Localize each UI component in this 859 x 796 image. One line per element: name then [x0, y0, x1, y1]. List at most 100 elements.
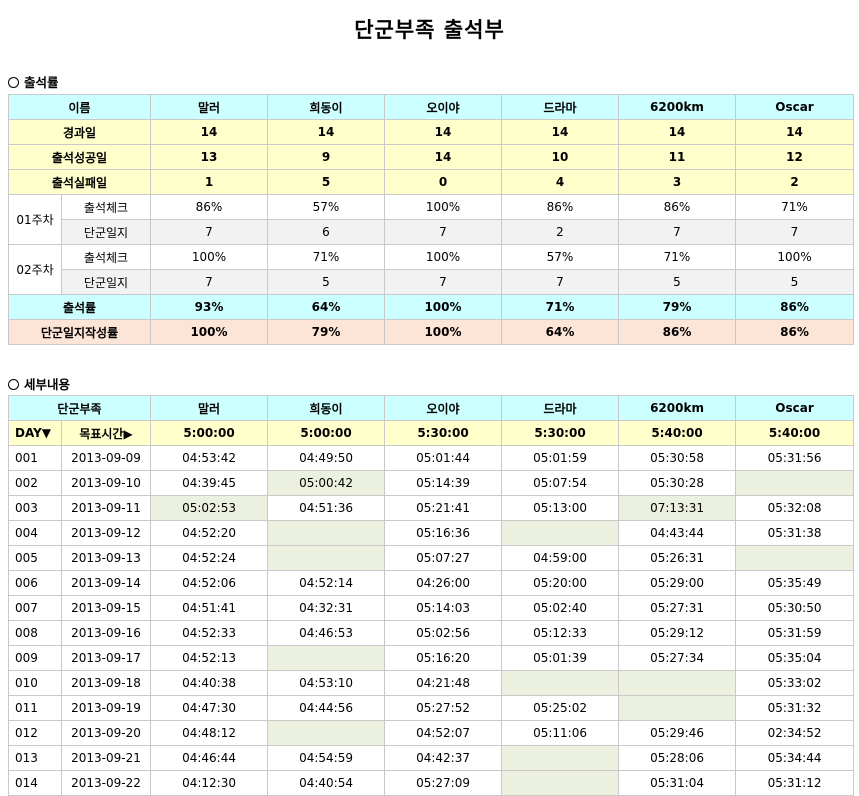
sub-label: 출석체크: [61, 194, 151, 220]
wake-time-cell: 04:46:53: [267, 620, 386, 646]
wake-time-cell: 04:48:12: [150, 720, 269, 746]
wake-time-cell: 05:01:39: [501, 645, 620, 671]
member-header: 드라마: [501, 395, 620, 421]
wake-time-cell: 04:54:59: [267, 745, 386, 771]
check-cell: 57%: [267, 194, 385, 220]
wake-time-cell: 05:01:59: [501, 445, 620, 471]
name-header: 이름: [8, 94, 151, 120]
wake-time-cell: [267, 520, 386, 546]
wake-time-cell: 05:31:56: [735, 445, 855, 471]
wake-time-cell: 05:33:02: [735, 670, 855, 696]
log-cell: 7: [384, 219, 502, 245]
wake-time-cell: 05:01:44: [384, 445, 503, 471]
log-cell: 7: [501, 269, 619, 295]
wake-time-cell: 04:52:14: [267, 570, 386, 596]
wake-time-cell: 05:29:12: [618, 620, 737, 646]
wake-time-cell: 05:02:40: [501, 595, 620, 621]
row-label: 출석성공일: [8, 144, 151, 170]
log-cell: 5: [267, 269, 385, 295]
wake-time-cell: 05:16:36: [384, 520, 503, 546]
log-rate-cell: 100%: [384, 319, 502, 345]
attendance-rate-cell: 93%: [150, 294, 268, 320]
wake-time-cell: 04:42:37: [384, 745, 503, 771]
day-sort-label[interactable]: DAY▼: [8, 420, 62, 446]
check-cell: 71%: [618, 244, 736, 270]
table-row: 006 2013-09-14 04:52:06 04:52:14 04:26:00 05:…: [8, 570, 855, 596]
wake-time-cell: 04:21:48: [384, 670, 503, 696]
attendance-rate-cell: 100%: [384, 294, 502, 320]
target-time-cell: 5:40:00: [618, 420, 737, 446]
table-row: 008 2013-09-16 04:52:33 04:46:53 05:02:56 05:…: [8, 620, 855, 646]
wake-time-cell: 04:51:41: [150, 595, 269, 621]
summary-cell: 14: [618, 119, 736, 145]
wake-time-cell: 04:40:54: [267, 770, 386, 796]
wake-time-cell: 05:20:00: [501, 570, 620, 596]
summary-cell: 14: [267, 119, 385, 145]
date-cell: 2013-09-18: [60, 670, 152, 696]
table-row: 002 2013-09-10 04:39:45 05:00:42 05:14:39 05:…: [8, 470, 855, 496]
member-header: Oscar: [735, 94, 854, 120]
day-number: 002: [8, 470, 62, 496]
member-header: 드라마: [501, 94, 619, 120]
day-number: 007: [8, 595, 62, 621]
wake-time-cell: [501, 770, 620, 796]
summary-cell: 14: [384, 144, 502, 170]
wake-time-cell: 05:31:38: [735, 520, 855, 546]
target-time-cell: 5:30:00: [501, 420, 620, 446]
member-header: 6200km: [618, 395, 737, 421]
wake-time-cell: [267, 545, 386, 571]
wake-time-cell: 05:27:31: [618, 595, 737, 621]
log-rate-row: 단군일지작성률 100% 79% 100% 64% 86% 86%: [8, 319, 854, 345]
log-rate-cell: 100%: [150, 319, 268, 345]
sub-label: 단군일지: [61, 269, 151, 295]
wake-time-cell: 05:34:44: [735, 745, 855, 771]
day-number: 003: [8, 495, 62, 521]
date-cell: 2013-09-16: [60, 620, 152, 646]
date-cell: 2013-09-10: [60, 470, 152, 496]
day-number: 010: [8, 670, 62, 696]
wake-time-cell: 05:29:00: [618, 570, 737, 596]
day-number: 011: [8, 695, 62, 721]
wake-time-cell: 05:30:50: [735, 595, 855, 621]
summary-cell: 12: [735, 144, 854, 170]
section-heading-details: 세부내용: [8, 374, 70, 393]
table-row: 005 2013-09-13 04:52:24 05:07:27 04:59:00 05:…: [8, 545, 855, 571]
summary-cell: 3: [618, 169, 736, 195]
summary-cell: 4: [501, 169, 619, 195]
target-time-cell: 5:00:00: [150, 420, 269, 446]
log-cell: 2: [501, 219, 619, 245]
log-rate-cell: 79%: [267, 319, 385, 345]
summary-cell: 13: [150, 144, 268, 170]
log-cell: 7: [735, 219, 854, 245]
summary-cell: 14: [150, 119, 268, 145]
wake-time-cell: 05:32:08: [735, 495, 855, 521]
date-cell: 2013-09-19: [60, 695, 152, 721]
target-time-cell: 5:30:00: [384, 420, 503, 446]
wake-time-cell: 04:47:30: [150, 695, 269, 721]
wake-time-cell: [618, 670, 737, 696]
wake-time-cell: 04:49:50: [267, 445, 386, 471]
summary-cell: 0: [384, 169, 502, 195]
wake-time-cell: 05:31:59: [735, 620, 855, 646]
wake-time-cell: 05:16:20: [384, 645, 503, 671]
member-header: 오이야: [384, 395, 503, 421]
day-number: 005: [8, 545, 62, 571]
tribe-header: 단군부족: [7, 395, 152, 421]
check-cell: 100%: [384, 194, 502, 220]
row-label: 단군일지작성률: [8, 319, 151, 345]
day-number: 004: [8, 520, 62, 546]
day-number: 014: [8, 770, 62, 796]
table-row: 004 2013-09-12 04:52:20 05:16:36 04:43:44 05:…: [8, 520, 855, 546]
wake-time-cell: 05:11:06: [501, 720, 620, 746]
wake-time-cell: 04:52:13: [150, 645, 269, 671]
week-label: 01주차: [8, 194, 62, 245]
wake-time-cell: 04:39:45: [150, 470, 269, 496]
date-cell: 2013-09-09: [60, 445, 152, 471]
member-header: 말러: [150, 94, 268, 120]
log-cell: 6: [267, 219, 385, 245]
date-cell: 2013-09-15: [60, 595, 152, 621]
log-rate-cell: 64%: [501, 319, 619, 345]
detail-header-row: 단군부족 말러 희동이 오이야 드라마 6200km Oscar: [7, 395, 855, 421]
wake-time-cell: 05:35:49: [735, 570, 855, 596]
summary-cell: 14: [501, 119, 619, 145]
